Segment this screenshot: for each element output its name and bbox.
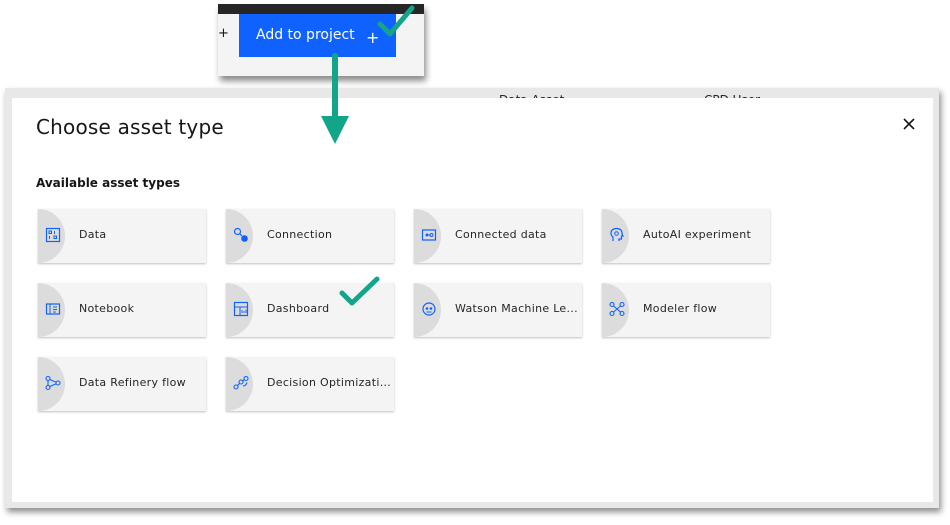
asset-tile-watson-machine-learning[interactable]: Watson Machine Le... bbox=[414, 283, 582, 337]
notebook-icon bbox=[45, 303, 61, 315]
edge-plus-glyph: + bbox=[218, 26, 229, 41]
asset-tile-label: Watson Machine Le... bbox=[455, 302, 578, 315]
connection-icon bbox=[233, 227, 248, 242]
asset-tile-notebook[interactable]: Notebook bbox=[38, 283, 206, 337]
connected-data-icon bbox=[421, 229, 437, 241]
add-to-project-button[interactable]: Add to project + bbox=[239, 14, 396, 57]
arrow-down-annotation-icon bbox=[321, 53, 349, 144]
asset-tile-data-refinery-flow[interactable]: Data Refinery flow bbox=[38, 357, 206, 411]
close-icon bbox=[903, 118, 915, 130]
asset-tile-label: Dashboard bbox=[267, 302, 330, 315]
asset-tile-label: Connection bbox=[267, 228, 333, 241]
check-annotation-icon bbox=[377, 5, 415, 37]
asset-tile-data[interactable]: Data bbox=[38, 209, 206, 263]
asset-tile-label: AutoAI experiment bbox=[643, 228, 752, 241]
modal-title: Choose asset type bbox=[36, 115, 224, 139]
asset-tile-decision-optimization[interactable]: Decision Optimizati... bbox=[226, 357, 394, 411]
close-button[interactable] bbox=[898, 113, 920, 135]
asset-tile-label: Decision Optimizati... bbox=[267, 376, 392, 389]
modeler-flow-icon bbox=[609, 301, 625, 317]
decision-optimization-icon bbox=[233, 375, 249, 390]
asset-tile-label: Data Refinery flow bbox=[79, 376, 186, 389]
section-label: Available asset types bbox=[36, 176, 180, 190]
check-annotation-icon bbox=[339, 276, 380, 306]
autoai-icon bbox=[610, 227, 624, 241]
asset-tile-label: Modeler flow bbox=[643, 302, 718, 315]
asset-tile-label: Connected data bbox=[455, 228, 547, 241]
watson-machine-learning-icon bbox=[422, 302, 436, 316]
asset-tile-label: Data bbox=[79, 228, 107, 241]
choose-asset-type-modal: Choose asset type Available asset types … bbox=[12, 98, 933, 502]
asset-tile-connection[interactable]: Connection bbox=[226, 209, 394, 263]
asset-tile-label: Notebook bbox=[79, 302, 135, 315]
dashboard-icon bbox=[233, 301, 249, 317]
asset-tile-modeler-flow[interactable]: Modeler flow bbox=[602, 283, 770, 337]
data-refinery-flow-icon bbox=[45, 375, 61, 391]
data-icon bbox=[45, 227, 61, 243]
asset-tile-autoai-experiment[interactable]: AutoAI experiment bbox=[602, 209, 770, 263]
add-to-project-label: Add to project bbox=[256, 27, 355, 43]
asset-tile-connected-data[interactable]: Connected data bbox=[414, 209, 582, 263]
